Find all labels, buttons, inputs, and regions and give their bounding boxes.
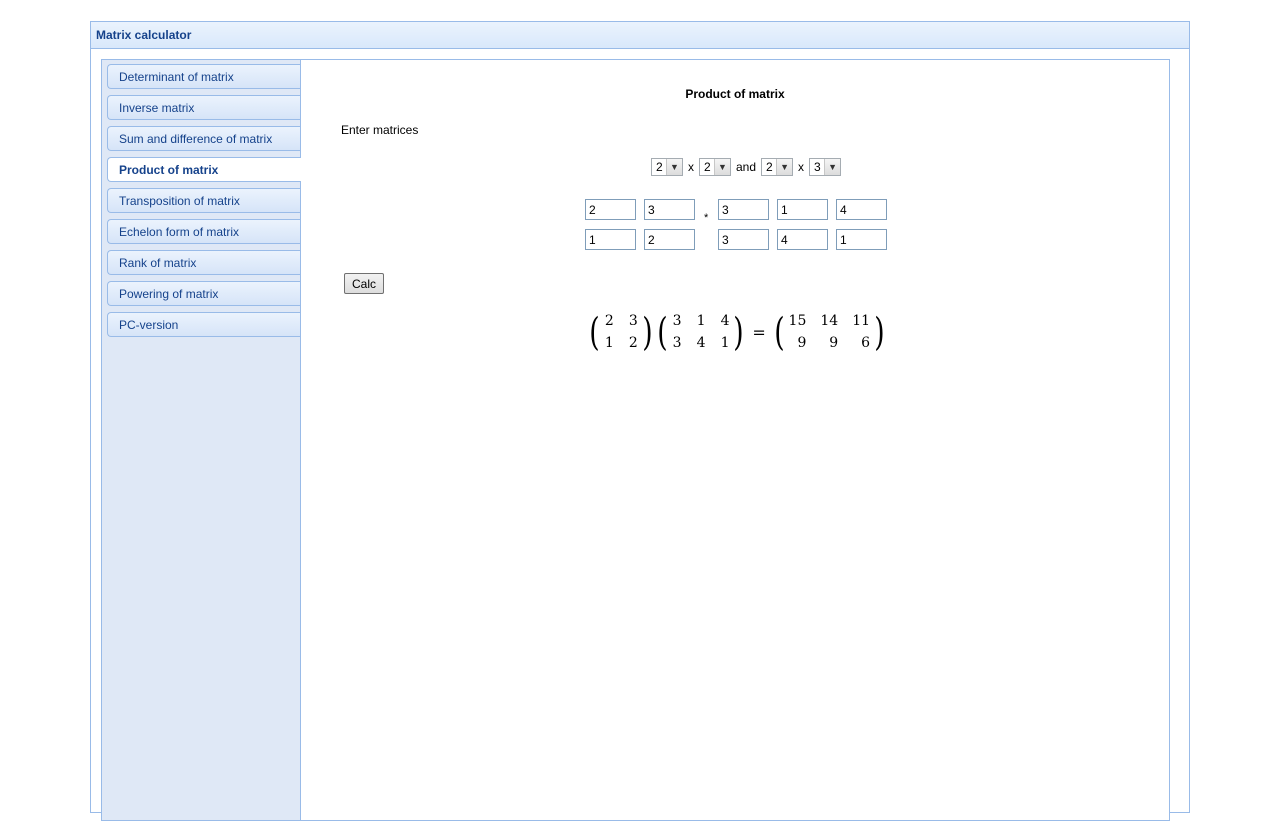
result-product-cell: 9 <box>797 335 807 351</box>
matrix-a-cell-0-0[interactable] <box>585 199 636 220</box>
left-paren: ( <box>773 310 785 354</box>
dim-x-label: x <box>798 160 805 174</box>
matrix-b-cell-0-0[interactable] <box>718 199 769 220</box>
result-b-cell: 4 <box>696 335 706 351</box>
left-paren: ( <box>589 310 600 354</box>
result-product-cell: 15 <box>788 313 807 329</box>
matrix-b-cell-0-2[interactable] <box>836 199 887 220</box>
chevron-down-icon: ▼ <box>666 159 682 175</box>
chevron-down-icon: ▼ <box>714 159 730 175</box>
matrix-a-cell-1-0[interactable] <box>585 229 636 250</box>
matrix-b-rows-value: 2 <box>766 160 773 174</box>
matrix-a-cols-select[interactable]: 2 ▼ <box>699 158 731 176</box>
matrix-b-cell-1-0[interactable] <box>718 229 769 250</box>
result-b-cell: 1 <box>696 313 706 329</box>
result-matrix-product: 15 14 11 9 9 6 <box>787 313 872 351</box>
equals-sign: = <box>752 322 766 342</box>
right-paren: ) <box>733 310 745 354</box>
result-product-cell: 9 <box>829 335 839 351</box>
matrix-b-cell-1-2[interactable] <box>836 229 887 250</box>
matrix-b-rows-select[interactable]: 2 ▼ <box>761 158 794 176</box>
calc-button[interactable]: Calc <box>344 273 384 294</box>
left-paren: ( <box>656 310 668 354</box>
dim-x-label: x <box>688 160 694 174</box>
matrix-b-cols-select[interactable]: 3 ▼ <box>809 158 842 176</box>
sidebar-item-pc-version[interactable]: PC-version <box>107 312 300 337</box>
result-a-cell: 1 <box>604 335 614 351</box>
result-product-cell: 14 <box>820 313 839 329</box>
result-b-cell: 3 <box>672 335 682 351</box>
window-title: Matrix calculator <box>91 22 1189 49</box>
content-panel: Determinant of matrix Inverse matrix Sum… <box>101 59 1170 821</box>
result-matrix-b: 3 1 4 3 4 1 <box>669 313 731 351</box>
chevron-down-icon: ▼ <box>824 159 841 175</box>
right-paren: ) <box>874 310 885 354</box>
multiply-sign: * <box>704 212 709 224</box>
sidebar-item-product[interactable]: Product of matrix <box>107 157 301 182</box>
matrix-a-cell-0-1[interactable] <box>644 199 695 220</box>
sidebar-item-determinant[interactable]: Determinant of matrix <box>107 64 300 89</box>
matrix-b-cell-1-1[interactable] <box>777 229 828 250</box>
result-b-cell: 4 <box>720 313 730 329</box>
dimension-selectors: 2 ▼ x 2 ▼ and 2 ▼ x 3 ▼ <box>651 157 842 177</box>
matrix-a-cols-value: 2 <box>704 160 711 174</box>
sidebar-item-transposition[interactable]: Transposition of matrix <box>107 188 300 213</box>
matrix-a-rows-value: 2 <box>656 160 663 174</box>
matrix-calculator-window: Matrix calculator Determinant of matrix … <box>90 21 1190 821</box>
result-b-cell: 3 <box>672 313 682 329</box>
result-a-cell: 3 <box>628 313 638 329</box>
sidebar-item-echelon[interactable]: Echelon form of matrix <box>107 219 300 244</box>
result-formula: ( 2 3 1 2 ) ( 3 1 4 3 4 1 ) = (15 14 11… <box>587 308 887 356</box>
sidebar: Determinant of matrix Inverse matrix Sum… <box>102 60 301 820</box>
page-title: Product of matrix <box>685 87 785 101</box>
enter-matrices-label: Enter matrices <box>341 123 419 137</box>
result-a-cell: 2 <box>604 313 614 329</box>
matrix-b-cell-0-1[interactable] <box>777 199 828 220</box>
result-b-cell: 1 <box>720 335 730 351</box>
dim-and-label: and <box>736 160 757 174</box>
sidebar-item-rank[interactable]: Rank of matrix <box>107 250 300 275</box>
chevron-down-icon: ▼ <box>776 159 793 175</box>
result-product-cell: 6 <box>861 335 871 351</box>
main-area: Product of matrix Enter matrices 2 ▼ x 2… <box>301 60 1169 820</box>
result-matrix-a: 2 3 1 2 <box>602 313 640 351</box>
matrix-a-rows-select[interactable]: 2 ▼ <box>651 158 683 176</box>
result-product-cell: 11 <box>852 313 871 329</box>
sidebar-item-sum-difference[interactable]: Sum and difference of matrix <box>107 126 300 151</box>
result-a-cell: 2 <box>628 335 638 351</box>
sidebar-item-powering[interactable]: Powering of matrix <box>107 281 300 306</box>
right-paren: ) <box>642 310 653 354</box>
matrix-b-cols-value: 3 <box>814 160 821 174</box>
sidebar-item-inverse[interactable]: Inverse matrix <box>107 95 300 120</box>
matrix-a-cell-1-1[interactable] <box>644 229 695 250</box>
